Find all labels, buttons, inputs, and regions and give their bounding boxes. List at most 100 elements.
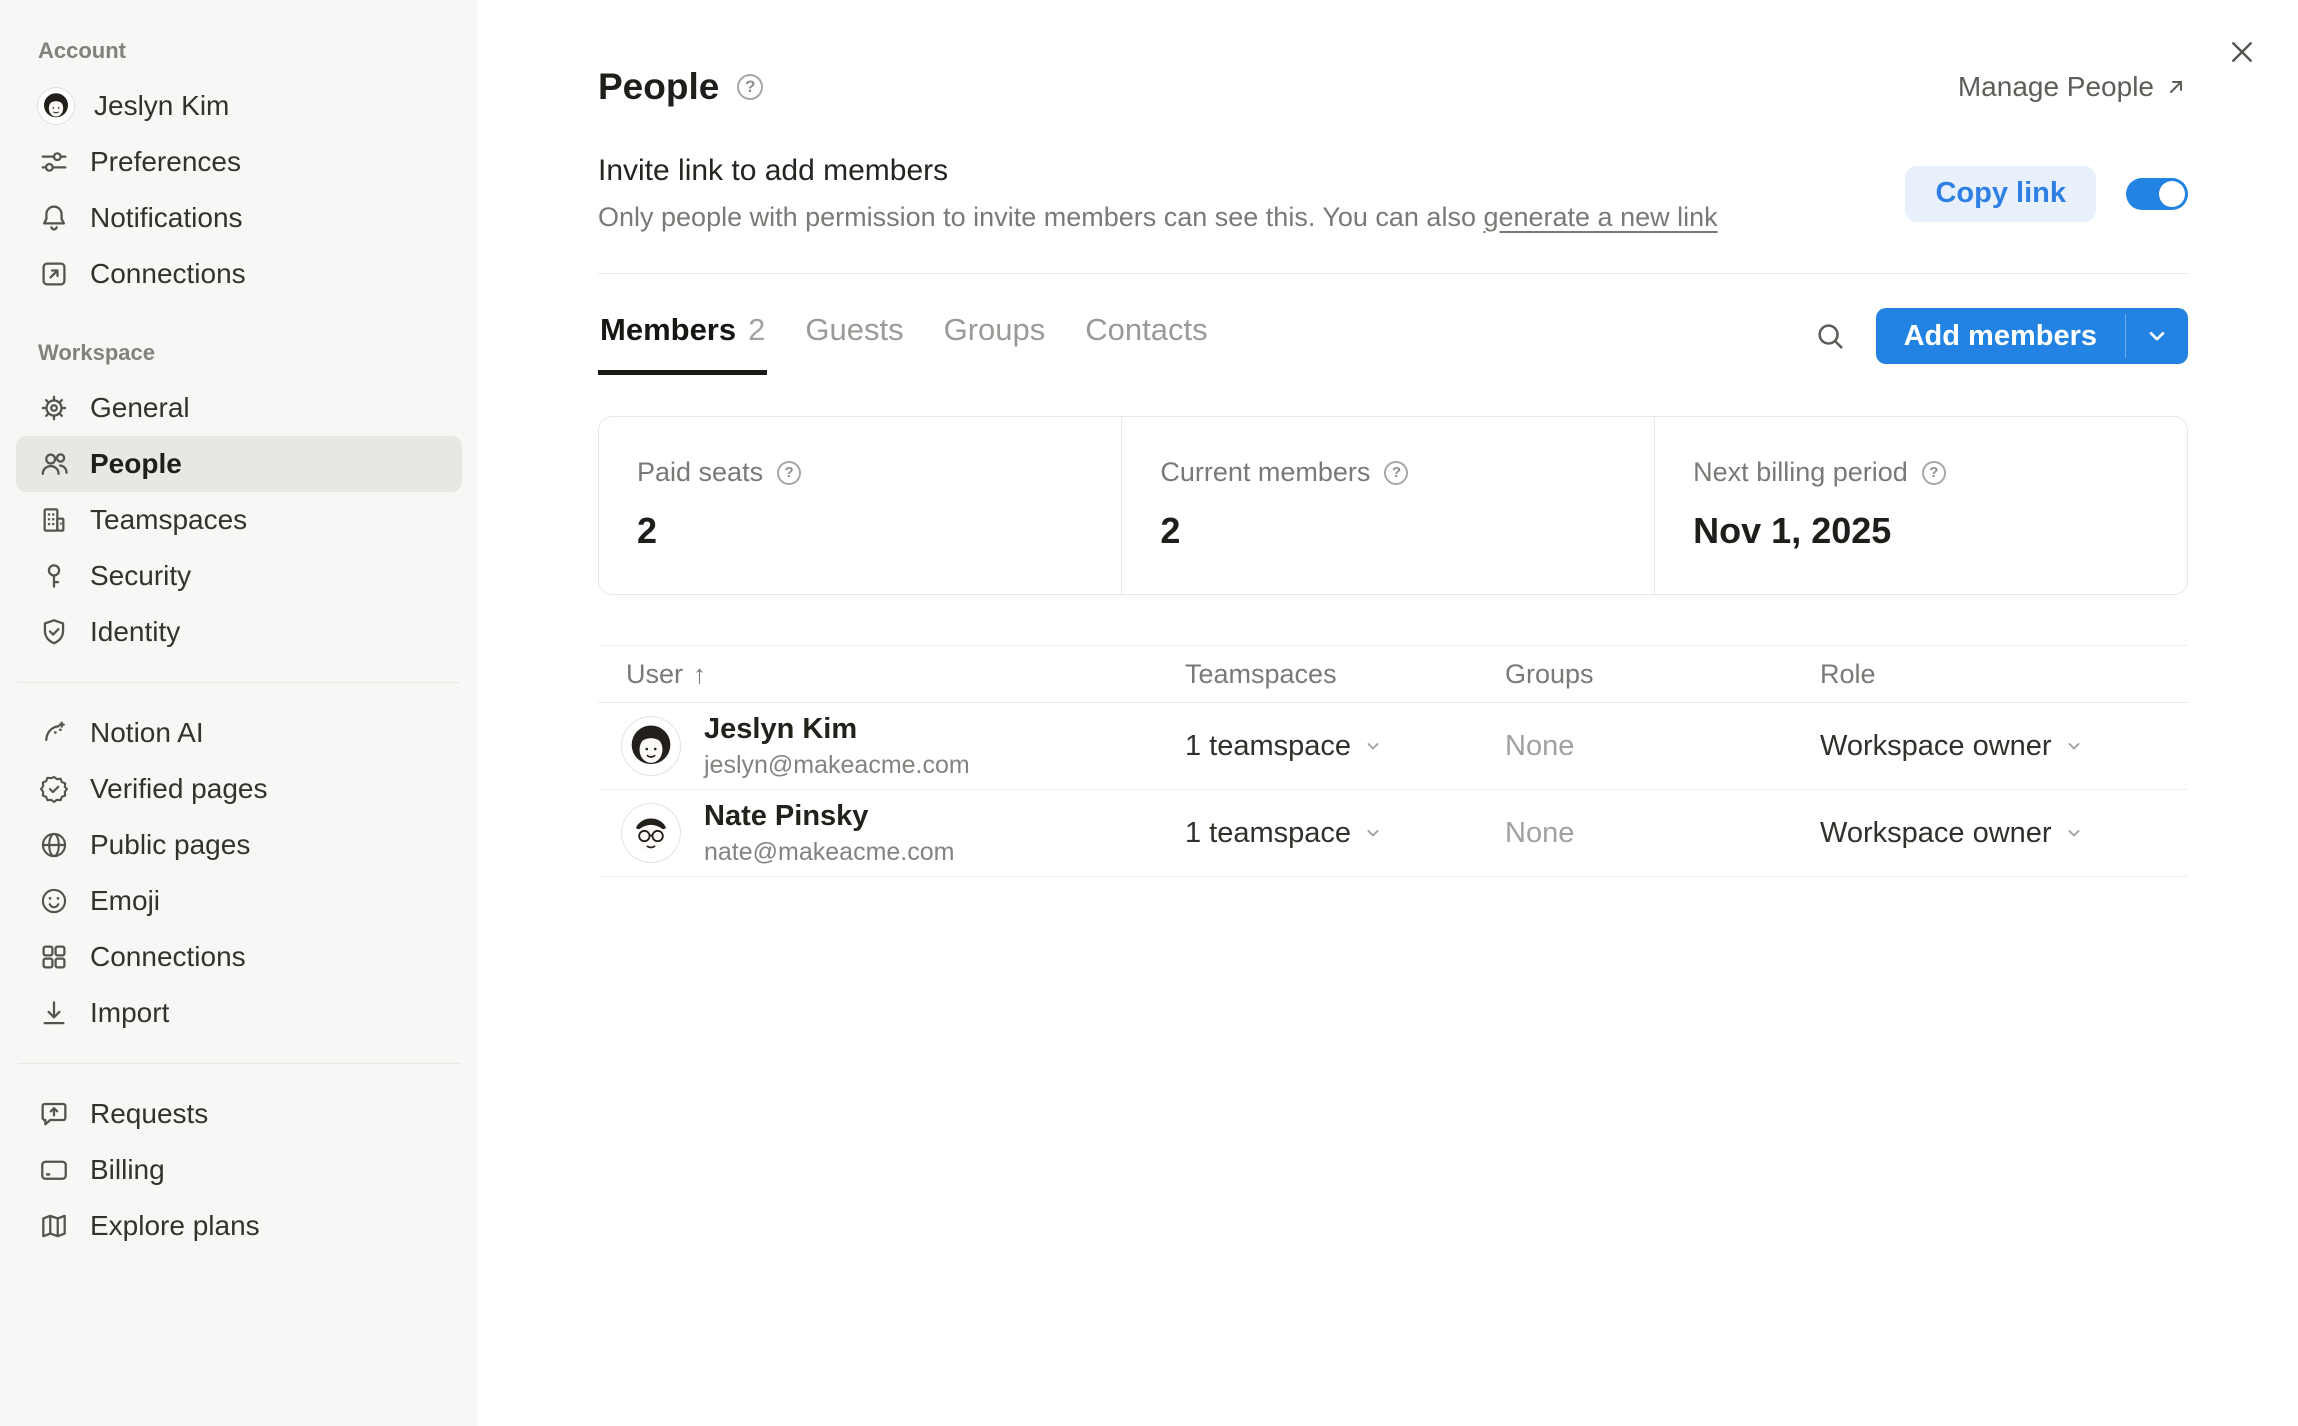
sidebar-item-connections-workspace[interactable]: Connections — [16, 929, 462, 985]
sidebar-item-general[interactable]: General — [16, 380, 462, 436]
section-divider — [598, 273, 2188, 274]
column-header-role: Role — [1820, 659, 2188, 690]
user-cell: Nate Pinsky nate@makeacme.com — [598, 800, 1185, 867]
invite-description-text: Only people with permission to invite me… — [598, 202, 1483, 232]
sidebar-item-label: Emoji — [90, 885, 160, 917]
members-count-badge: 2 — [748, 312, 765, 348]
generate-new-link[interactable]: generate a new link — [1483, 202, 1717, 232]
sidebar-item-verified-pages[interactable]: Verified pages — [16, 761, 462, 817]
sidebar-item-import[interactable]: Import — [16, 985, 462, 1041]
column-label: User — [626, 659, 683, 690]
smiley-icon — [38, 885, 70, 917]
member-email: nate@makeacme.com — [704, 838, 954, 867]
members-table: User ↑ Teamspaces Groups Role Jeslyn Kim — [598, 645, 2188, 877]
map-icon — [38, 1210, 70, 1242]
invite-link-description: Only people with permission to invite me… — [598, 202, 1718, 233]
chevron-down-icon — [1363, 823, 1383, 843]
sidebar-item-public-pages[interactable]: Public pages — [16, 817, 462, 873]
stat-value: Nov 1, 2025 — [1693, 510, 2149, 552]
column-header-teamspaces: Teamspaces — [1185, 659, 1505, 690]
tab-guests-label: Guests — [805, 312, 903, 348]
sidebar-item-label: Notifications — [90, 202, 243, 234]
sidebar-item-label: Import — [90, 997, 169, 1029]
tab-members-label: Members — [600, 312, 736, 348]
sidebar-divider — [18, 1063, 460, 1064]
notion-ai-icon — [38, 717, 70, 749]
globe-icon — [38, 829, 70, 861]
search-icon[interactable] — [1808, 314, 1852, 358]
groups-value: None — [1505, 817, 1820, 850]
tab-contacts-label: Contacts — [1085, 312, 1207, 348]
badge-check-icon — [38, 773, 70, 805]
sidebar-item-emoji[interactable]: Emoji — [16, 873, 462, 929]
help-icon[interactable]: ? — [777, 461, 801, 485]
tab-groups[interactable]: Groups — [942, 298, 1048, 375]
chevron-down-icon — [2064, 823, 2084, 843]
tab-members[interactable]: Members 2 — [598, 298, 767, 375]
role-dropdown[interactable]: Workspace owner — [1820, 817, 2188, 850]
sidebar-item-connections-account[interactable]: Connections — [16, 246, 462, 302]
sidebar-divider — [18, 682, 460, 683]
avatar — [622, 717, 680, 775]
arrow-up-right-icon — [2164, 75, 2188, 99]
add-members-label: Add members — [1876, 308, 2125, 364]
chevron-down-icon[interactable] — [2126, 308, 2188, 364]
sidebar-item-requests[interactable]: Requests — [16, 1086, 462, 1142]
chat-bubble-up-icon — [38, 1098, 70, 1130]
avatar — [622, 804, 680, 862]
groups-value: None — [1505, 730, 1820, 763]
invite-link-toggle[interactable] — [2126, 178, 2188, 210]
member-name: Nate Pinsky — [704, 800, 954, 833]
stat-paid-seats: Paid seats ? 2 — [599, 417, 1121, 594]
stat-label: Current members — [1160, 457, 1370, 488]
sidebar-item-explore-plans[interactable]: Explore plans — [16, 1198, 462, 1254]
teamspaces-dropdown[interactable]: 1 teamspace — [1185, 730, 1505, 763]
tab-guests[interactable]: Guests — [803, 298, 905, 375]
help-icon[interactable]: ? — [1922, 461, 1946, 485]
sidebar-item-label: Connections — [90, 941, 246, 973]
sidebar-item-label: Notion AI — [90, 717, 204, 749]
sidebar-item-billing[interactable]: Billing — [16, 1142, 462, 1198]
help-icon[interactable]: ? — [737, 74, 763, 100]
bell-icon — [38, 202, 70, 234]
role-value: Workspace owner — [1820, 817, 2052, 850]
sidebar-item-identity[interactable]: Identity — [16, 604, 462, 660]
table-header: User ↑ Teamspaces Groups Role — [598, 645, 2188, 703]
sidebar-item-account-profile[interactable]: Jeslyn Kim — [16, 78, 462, 134]
billing-stats-card: Paid seats ? 2 Current members ? 2 Next … — [598, 416, 2188, 595]
column-header-groups: Groups — [1505, 659, 1820, 690]
chevron-down-icon — [1363, 736, 1383, 756]
sidebar-item-people[interactable]: People — [16, 436, 462, 492]
teamspaces-dropdown[interactable]: 1 teamspace — [1185, 817, 1505, 850]
building-icon — [38, 504, 70, 536]
sidebar-item-label: Preferences — [90, 146, 241, 178]
manage-people-link[interactable]: Manage People — [1958, 71, 2188, 103]
notion-settings-window: Account Jeslyn Kim Preferences Notificat… — [0, 0, 2298, 1426]
column-header-user[interactable]: User ↑ — [598, 659, 1185, 690]
shield-check-icon — [38, 616, 70, 648]
page-title: People — [598, 66, 719, 108]
toggle-knob — [2159, 181, 2185, 207]
sidebar-item-label: General — [90, 392, 190, 424]
stat-label: Next billing period — [1693, 457, 1908, 488]
tab-contacts[interactable]: Contacts — [1083, 298, 1209, 375]
grid-icon — [38, 941, 70, 973]
stat-value: 2 — [637, 510, 1083, 552]
role-dropdown[interactable]: Workspace owner — [1820, 730, 2188, 763]
sidebar-item-preferences[interactable]: Preferences — [16, 134, 462, 190]
copy-link-button[interactable]: Copy link — [1905, 166, 2096, 222]
help-icon[interactable]: ? — [1384, 461, 1408, 485]
sidebar-item-security[interactable]: Security — [16, 548, 462, 604]
sidebar-item-teamspaces[interactable]: Teamspaces — [16, 492, 462, 548]
close-icon[interactable] — [2220, 30, 2264, 74]
user-cell: Jeslyn Kim jeslyn@makeacme.com — [598, 713, 1185, 780]
sidebar-item-notion-ai[interactable]: Notion AI — [16, 705, 462, 761]
people-settings-panel: People ? Manage People Invite link to ad… — [478, 0, 2298, 1426]
sidebar-item-label: People — [90, 448, 182, 480]
add-members-button[interactable]: Add members — [1876, 308, 2188, 364]
stat-current-members: Current members ? 2 — [1121, 417, 1654, 594]
sidebar-item-notifications[interactable]: Notifications — [16, 190, 462, 246]
people-icon — [38, 448, 70, 480]
role-value: Workspace owner — [1820, 730, 2052, 763]
key-icon — [38, 560, 70, 592]
